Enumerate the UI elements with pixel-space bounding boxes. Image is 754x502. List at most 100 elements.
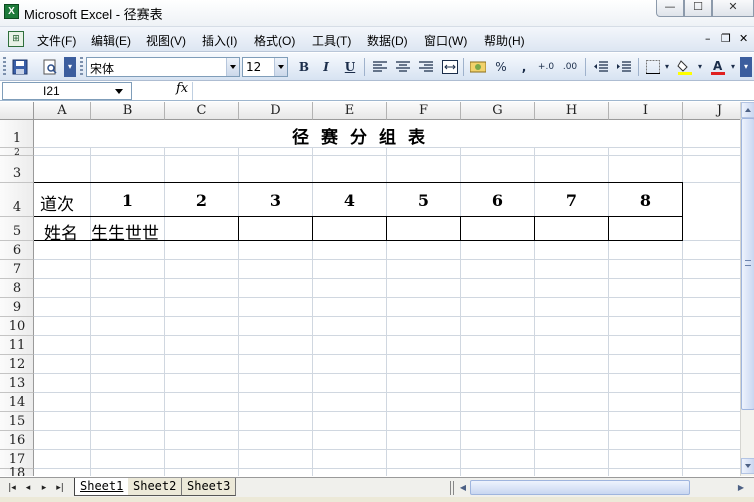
tab-split-handle[interactable] [450, 481, 454, 495]
row-number: 4 [12, 200, 22, 215]
align-left-icon[interactable] [370, 57, 390, 77]
save-icon[interactable] [10, 57, 30, 77]
decrease-indent-icon[interactable] [591, 57, 611, 77]
gridline [90, 120, 91, 476]
chevron-down-icon[interactable] [115, 89, 123, 94]
fill-color-icon[interactable] [675, 57, 695, 77]
row-header-3[interactable]: 3 [0, 156, 34, 183]
bold-button[interactable]: B [294, 57, 314, 77]
worksheet-grid[interactable]: A B C D E F G H I J 1 2 3 4 5 6 7 8 9 10… [0, 102, 740, 476]
close-button[interactable]: ✕ [712, 0, 754, 17]
row-header-13[interactable]: 13 [0, 374, 34, 393]
row-header-9[interactable]: 9 [0, 298, 34, 317]
menu-help[interactable]: 帮助(H) [484, 32, 525, 49]
percent-button[interactable]: % [491, 57, 511, 77]
next-sheet-icon[interactable]: ▸ [38, 481, 50, 495]
first-sheet-icon[interactable]: |◂ [6, 481, 18, 495]
previous-sheet-icon[interactable]: ◂ [22, 481, 34, 495]
select-all-corner[interactable] [0, 102, 34, 120]
row-header-15[interactable]: 15 [0, 412, 34, 431]
menu-tools[interactable]: 工具(T) [312, 32, 351, 49]
doc-minimize-button[interactable]: – [705, 32, 711, 45]
column-header-g[interactable]: G [461, 102, 535, 120]
row-header-5[interactable]: 5 [0, 217, 34, 241]
column-header-a[interactable]: A [34, 102, 91, 120]
font-size-select[interactable]: 12 [242, 57, 288, 77]
row-header-4[interactable]: 4 [0, 183, 34, 217]
vertical-scroll-thumb[interactable] [741, 118, 754, 410]
excel-app-icon[interactable]: X [4, 4, 19, 19]
row-header-12[interactable]: 12 [0, 355, 34, 374]
minimize-button[interactable]: — [656, 0, 684, 17]
borders-icon[interactable] [643, 57, 663, 77]
row-header-6[interactable]: 6 [0, 241, 34, 260]
chevron-down-icon[interactable]: ▾ [695, 57, 705, 77]
sheet-tab-sheet2[interactable]: Sheet2 [128, 478, 183, 496]
toolbar-grip[interactable] [3, 57, 6, 77]
insert-function-icon[interactable]: fx [176, 81, 188, 96]
menu-window[interactable]: 窗口(W) [424, 32, 467, 49]
font-name-select[interactable]: 宋体 [86, 57, 240, 77]
row-header-16[interactable]: 16 [0, 431, 34, 450]
row-header-10[interactable]: 10 [0, 317, 34, 336]
last-sheet-icon[interactable]: ▸| [54, 481, 66, 495]
scroll-down-arrow-icon[interactable] [741, 458, 754, 474]
gridline [34, 259, 740, 260]
row-header-8[interactable]: 8 [0, 279, 34, 298]
doc-close-button[interactable]: ✕ [739, 32, 748, 45]
row-header-2[interactable]: 2 [0, 148, 34, 158]
menu-data[interactable]: 数据(D) [367, 32, 408, 49]
column-header-i[interactable]: I [609, 102, 683, 120]
name-box[interactable]: I21 [2, 82, 132, 100]
scroll-left-arrow-icon[interactable]: ◀ [457, 480, 469, 495]
formula-input[interactable] [192, 82, 752, 100]
toolbar-grip-2[interactable] [80, 57, 83, 77]
column-header-j[interactable]: J [683, 102, 740, 120]
toolbar-options-icon[interactable]: ▾ [740, 57, 752, 77]
column-header-e[interactable]: E [313, 102, 387, 120]
chevron-down-icon[interactable] [274, 58, 287, 76]
scroll-up-arrow-icon[interactable] [741, 102, 754, 118]
increase-decimal-button[interactable]: +.0 [536, 57, 556, 77]
chevron-down-icon[interactable]: ▾ [728, 57, 738, 77]
chevron-down-icon[interactable]: ▾ [662, 57, 672, 77]
print-preview-icon[interactable] [40, 57, 60, 77]
increase-indent-icon[interactable] [614, 57, 634, 77]
sheet-tab-sheet1[interactable]: Sheet1 [74, 478, 130, 496]
currency-icon[interactable] [468, 57, 488, 77]
scroll-right-arrow-icon[interactable]: ▶ [735, 480, 747, 495]
row-header-7[interactable]: 7 [0, 260, 34, 279]
row-header-11[interactable]: 11 [0, 336, 34, 355]
font-color-icon[interactable]: A [708, 57, 728, 77]
decrease-decimal-button[interactable]: .00 [560, 57, 580, 77]
doc-restore-button[interactable]: ❐ [721, 32, 731, 45]
comma-style-button[interactable]: , [514, 57, 534, 77]
row-header-18[interactable]: 18 [0, 466, 34, 476]
workbook-icon[interactable]: ⊞ [8, 31, 24, 47]
table-border [34, 182, 683, 183]
italic-button[interactable]: I [316, 57, 336, 77]
column-header-h[interactable]: H [535, 102, 609, 120]
merge-center-icon[interactable] [440, 57, 460, 77]
align-right-icon[interactable] [416, 57, 436, 77]
row-header-1[interactable]: 1 [0, 120, 34, 148]
maximize-button[interactable]: ☐ [684, 0, 712, 17]
column-header-c[interactable]: C [165, 102, 239, 120]
vertical-scrollbar[interactable] [740, 102, 754, 476]
menu-format[interactable]: 格式(O) [254, 32, 295, 49]
column-header-f[interactable]: F [387, 102, 461, 120]
menu-view[interactable]: 视图(V) [146, 32, 186, 49]
column-header-d[interactable]: D [239, 102, 313, 120]
horizontal-scroll-thumb[interactable] [470, 480, 690, 495]
underline-button[interactable]: U [340, 57, 360, 77]
sheet-tab-sheet3[interactable]: Sheet3 [182, 478, 237, 496]
menu-file[interactable]: 文件(F) [37, 32, 76, 49]
column-header-b[interactable]: B [91, 102, 165, 120]
menu-insert[interactable]: 插入(I) [202, 32, 237, 49]
align-center-icon[interactable] [393, 57, 413, 77]
menu-edit[interactable]: 编辑(E) [91, 32, 131, 49]
row-number: 12 [8, 357, 26, 372]
chevron-down-icon[interactable] [226, 58, 239, 76]
toolbar-options-icon[interactable]: ▾ [64, 57, 76, 77]
row-header-14[interactable]: 14 [0, 393, 34, 412]
